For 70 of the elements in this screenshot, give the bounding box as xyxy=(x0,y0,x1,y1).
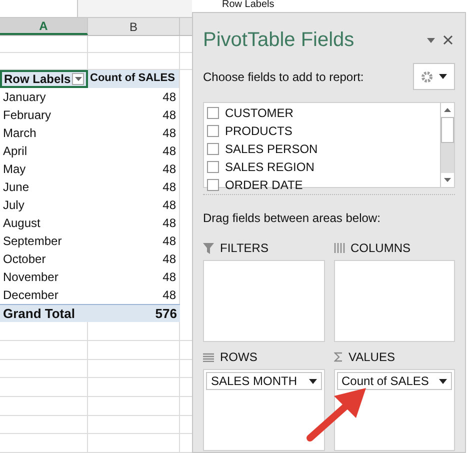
caret-icon xyxy=(439,74,447,79)
field-item[interactable]: SALES REGION xyxy=(207,158,440,176)
column-header[interactable]: A xyxy=(0,18,88,36)
scroll-down-icon[interactable] xyxy=(444,178,451,182)
table-cell-text: March xyxy=(2,124,38,142)
table-cell-text: July xyxy=(2,196,26,214)
table-cell-text: Grand Total xyxy=(2,304,76,322)
area-label: FILTERS xyxy=(220,240,268,257)
table-cell: Count of SALES xyxy=(88,70,180,88)
area-field-item[interactable]: Count of SALES xyxy=(336,372,452,390)
area-label: VALUES xyxy=(348,349,395,366)
table-cell: 48 xyxy=(88,178,180,196)
drop-area[interactable]: SALES MONTH xyxy=(203,369,324,451)
column-header[interactable]: B xyxy=(88,18,180,36)
area-field-item[interactable]: SALES MONTH xyxy=(206,372,322,390)
arrow-drawing xyxy=(306,386,368,442)
table-cell: 48 xyxy=(88,160,180,178)
caret-icon[interactable] xyxy=(427,38,435,42)
area-label: COLUMNS xyxy=(350,240,411,257)
table-cell-text: 576 xyxy=(154,304,178,322)
table-cell-text: June xyxy=(2,178,30,196)
settings-button[interactable] xyxy=(413,63,455,90)
checkbox[interactable] xyxy=(207,161,219,173)
settings-icon xyxy=(421,70,433,82)
field-item[interactable]: PRODUCTS xyxy=(207,122,440,140)
name-box[interactable] xyxy=(0,0,78,18)
table-cell: 48 xyxy=(88,142,180,160)
table-cell: 48 xyxy=(88,88,180,106)
table-cell-text: August xyxy=(2,214,42,232)
table-cell: 48 xyxy=(88,124,180,142)
drop-area[interactable]: Count of SALES xyxy=(334,369,455,451)
caret-icon xyxy=(308,378,316,384)
row-labels-header[interactable]: Row Labels xyxy=(0,70,88,88)
table-cell-text: January xyxy=(2,88,47,106)
table-cell: 48 xyxy=(88,250,180,268)
panel-title: PivotTable Fields xyxy=(203,28,354,53)
columns-icon xyxy=(334,243,344,253)
scrollbar[interactable] xyxy=(440,103,454,187)
checkbox[interactable] xyxy=(207,179,219,191)
table-cell: 48 xyxy=(88,214,180,232)
checkbox[interactable] xyxy=(207,125,219,137)
field-item[interactable]: CUSTOMER xyxy=(207,104,440,122)
table-cell-text: November xyxy=(2,268,60,286)
checkbox[interactable] xyxy=(207,143,219,155)
filter-dropdown-icon[interactable] xyxy=(72,72,84,85)
formula-bar-text: Row Labels xyxy=(222,0,274,10)
table-cell: 48 xyxy=(88,196,180,214)
table-cell: 48 xyxy=(88,268,180,286)
rows-icon xyxy=(203,352,214,362)
sigma-icon xyxy=(334,352,342,362)
fields-prompt: Choose fields to add to report: xyxy=(203,68,364,86)
drop-area[interactable] xyxy=(334,260,455,342)
checkbox[interactable] xyxy=(207,107,219,119)
areas-hint: Drag fields between areas below: xyxy=(203,210,382,227)
table-cell-text: December xyxy=(2,286,60,304)
table-cell-text: February xyxy=(2,106,52,124)
field-item[interactable]: SALES PERSON xyxy=(207,140,440,158)
field-item[interactable]: ORDER DATE xyxy=(207,176,440,194)
filter-icon xyxy=(203,242,214,254)
table-cell-text: September xyxy=(2,232,63,250)
caret-icon xyxy=(439,378,447,384)
table-cell-text: October xyxy=(2,250,47,268)
table-cell: 48 xyxy=(88,232,180,250)
close-icon[interactable] xyxy=(443,35,453,45)
table-cell-text: May xyxy=(2,160,27,178)
table-cell: 48 xyxy=(88,106,180,124)
table-cell-text: April xyxy=(2,142,28,160)
area-label: ROWS xyxy=(220,349,258,366)
drop-area[interactable] xyxy=(203,260,324,342)
scroll-up-icon[interactable] xyxy=(444,108,451,112)
